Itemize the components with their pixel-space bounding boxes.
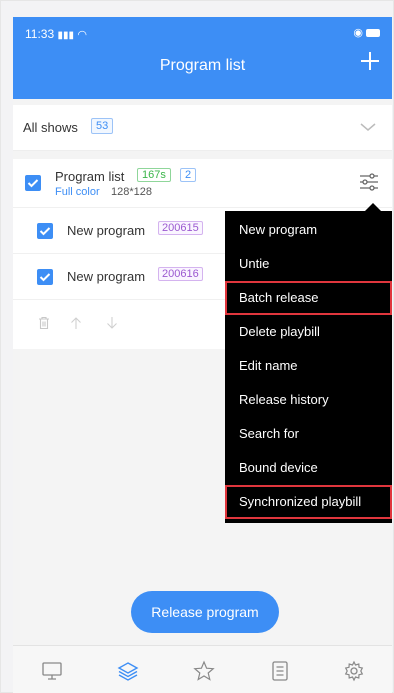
menu-item[interactable]: Untie bbox=[225, 247, 392, 281]
menu-item[interactable]: Synchronized playbill bbox=[225, 485, 392, 519]
program-count-badge: 2 bbox=[180, 168, 197, 182]
program-checkbox[interactable] bbox=[37, 223, 53, 239]
menu-item[interactable]: Search for bbox=[225, 417, 392, 451]
plus-icon[interactable] bbox=[358, 50, 382, 74]
star-icon[interactable] bbox=[193, 660, 215, 682]
check-icon bbox=[27, 179, 39, 188]
settings-sliders-icon[interactable] bbox=[358, 171, 380, 193]
menu-item[interactable]: Batch release bbox=[225, 281, 392, 315]
bottom-nav bbox=[13, 645, 392, 693]
duration-badge: 167s bbox=[137, 168, 171, 182]
color-mode-label: Full color bbox=[55, 186, 100, 198]
phone-screen: 11:33 ▮▮▮ ◠ ◉ Program list All shows 53 … bbox=[13, 17, 392, 693]
status-bar-left: 11:33 ▮▮▮ ◠ bbox=[25, 27, 87, 41]
arrow-down-icon[interactable] bbox=[105, 316, 119, 330]
resolution-label: 128*128 bbox=[111, 186, 152, 198]
all-shows-selector[interactable]: All shows 53 bbox=[13, 105, 392, 151]
battery-icon bbox=[366, 29, 380, 38]
status-bar-right: ◉ bbox=[353, 26, 380, 39]
all-shows-label: All shows bbox=[23, 120, 78, 135]
program-id-badge: 200616 bbox=[158, 267, 203, 281]
program-name: New program bbox=[67, 269, 146, 284]
menu-item[interactable]: Bound device bbox=[225, 451, 392, 485]
page-title: Program list bbox=[159, 57, 246, 74]
menu-item[interactable]: Delete playbill bbox=[225, 315, 392, 349]
program-checkbox[interactable] bbox=[37, 269, 53, 285]
group-title: Program list bbox=[55, 169, 125, 184]
shows-count-badge: 53 bbox=[91, 118, 114, 134]
trash-icon[interactable] bbox=[37, 316, 51, 330]
check-icon bbox=[39, 227, 51, 236]
signal-icon: ▮▮▮ bbox=[57, 30, 74, 41]
monitor-icon[interactable] bbox=[41, 660, 63, 682]
menu-item[interactable]: Edit name bbox=[225, 349, 392, 383]
context-menu: New program Untie Batch release Delete play… bbox=[225, 211, 392, 523]
release-program-button[interactable]: Release program bbox=[131, 591, 279, 633]
chevron-down-icon bbox=[360, 123, 376, 131]
arrow-up-icon[interactable] bbox=[69, 316, 83, 330]
wifi-icon: ◠ bbox=[77, 29, 87, 41]
status-time: 11:33 bbox=[25, 27, 55, 41]
group-checkbox[interactable] bbox=[25, 175, 41, 191]
program-name: New program bbox=[67, 223, 146, 238]
document-icon[interactable] bbox=[269, 660, 291, 682]
menu-item[interactable]: New program bbox=[225, 213, 392, 247]
menu-caret bbox=[365, 203, 381, 211]
layers-icon[interactable] bbox=[117, 660, 139, 682]
alarm-icon: ◉ bbox=[353, 27, 363, 39]
program-id-badge: 200615 bbox=[158, 221, 203, 235]
check-icon bbox=[39, 273, 51, 282]
menu-item[interactable]: Release history bbox=[225, 383, 392, 417]
app-header: 11:33 ▮▮▮ ◠ ◉ Program list bbox=[13, 17, 392, 99]
gear-icon[interactable] bbox=[343, 660, 365, 682]
screenshot-frame: 11:33 ▮▮▮ ◠ ◉ Program list All shows 53 … bbox=[0, 0, 394, 693]
